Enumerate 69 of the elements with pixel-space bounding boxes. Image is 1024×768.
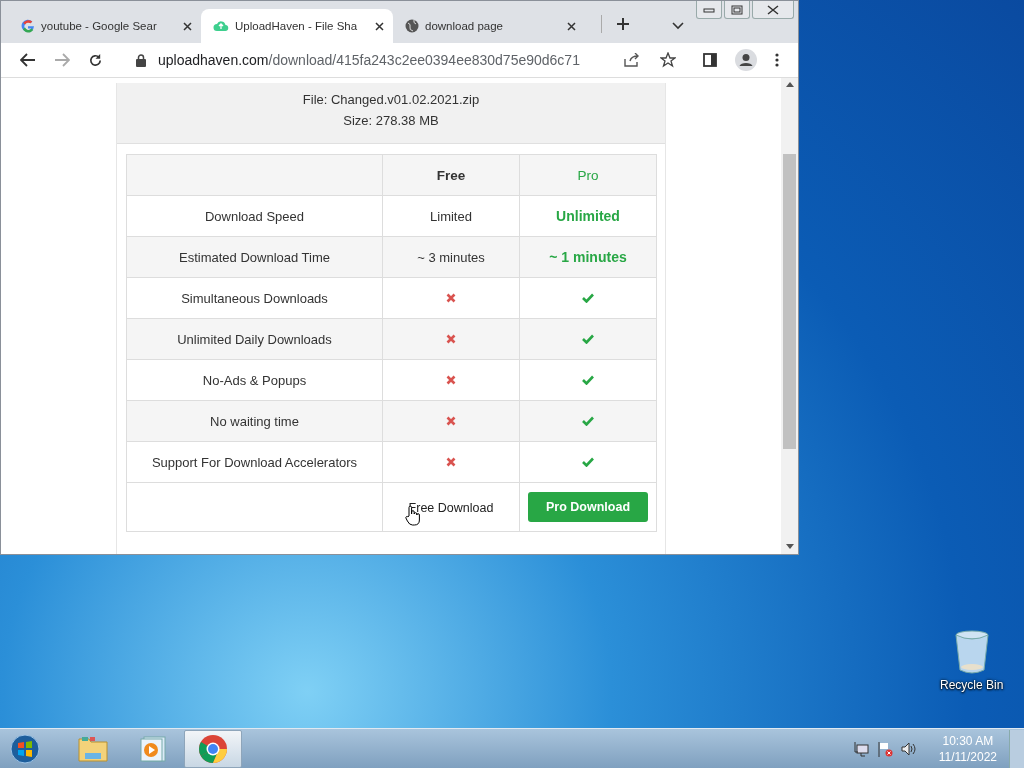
browser-tab[interactable]: UploadHaven - File Sha: [201, 9, 393, 43]
speaker-icon[interactable]: [900, 740, 917, 757]
folder-icon: [78, 735, 108, 762]
close-icon: [767, 4, 779, 15]
taskbar-button[interactable]: [184, 729, 242, 768]
table-cell: Support For Download Accelerators: [126, 441, 383, 483]
close-button[interactable]: [752, 1, 794, 19]
flag-icon[interactable]: [876, 740, 893, 757]
browser-tab[interactable]: download page: [393, 9, 585, 43]
cloud-icon: [213, 19, 229, 33]
table-cell: Estimated Download Time: [126, 236, 383, 278]
check-icon: [582, 415, 594, 426]
check-icon: [582, 374, 594, 385]
check-icon: [582, 456, 594, 467]
share-icon[interactable]: [624, 53, 640, 67]
side-panel-icon[interactable]: [703, 53, 717, 67]
chevron-down-icon[interactable]: [672, 22, 684, 30]
tab-title: download page: [425, 20, 504, 32]
clock-time: 10:30 AM: [941, 732, 995, 749]
table-cell: Limited: [382, 195, 520, 237]
cross-icon: [446, 333, 456, 344]
file-size: Size: 278.38 MB: [342, 112, 440, 130]
recycle-bin-icon: [953, 630, 990, 674]
scrollbar[interactable]: [781, 78, 798, 554]
back-icon[interactable]: [20, 53, 36, 67]
menu-icon[interactable]: [775, 53, 779, 67]
column-header: Pro: [519, 154, 657, 196]
minimize-icon: [703, 6, 715, 13]
network-icon[interactable]: [852, 740, 869, 757]
start-button[interactable]: [10, 733, 40, 764]
google-g-icon: [21, 19, 35, 33]
scroll-thumb[interactable]: [783, 154, 796, 449]
check-icon: [582, 292, 594, 303]
restore-button[interactable]: [724, 1, 750, 19]
browser-tab[interactable]: youtube - Google Sear: [9, 9, 201, 43]
star-icon[interactable]: [660, 52, 676, 68]
restore-icon: [731, 4, 743, 15]
chrome-icon: [198, 733, 228, 764]
table-cell: Simultaneous Downloads: [126, 277, 383, 319]
table-cell: No-Ads & Popups: [126, 359, 383, 401]
check-icon: [582, 333, 594, 344]
desktop-shortcut[interactable]: Recycle Bin: [940, 630, 1004, 692]
reload-icon[interactable]: [88, 52, 103, 68]
column-header: Free: [382, 154, 520, 196]
globe-icon: [405, 19, 419, 33]
down-arrow-icon[interactable]: [785, 544, 794, 550]
address-bar[interactable]: uploadhaven.com/download/415fa243c2ee0394ee830d75e90d6c71: [120, 46, 686, 74]
table-cell: No waiting time: [126, 400, 383, 442]
desktop-icon-label: Recycle Bin: [940, 678, 1004, 692]
cross-icon: [446, 374, 456, 385]
table-cell: Unlimited: [519, 195, 657, 237]
lock-icon: [136, 53, 146, 67]
cross-icon: [446, 292, 456, 303]
cross-icon: [446, 456, 456, 467]
media-player-icon: [139, 734, 167, 763]
cross-icon: [446, 415, 456, 426]
clock-date: 11/11/2022: [938, 748, 997, 765]
table-cell: ~ 1 minutes: [519, 236, 657, 278]
table-cell: Unlimited Daily Downloads: [126, 318, 383, 360]
table-cell: ~ 3 minutes: [382, 236, 520, 278]
minimize-button[interactable]: [696, 1, 722, 19]
up-arrow-icon[interactable]: [785, 82, 794, 88]
file-name: File: Changed.v01.02.2021.zip: [301, 91, 481, 109]
tab-title: UploadHaven - File Sha: [235, 20, 359, 32]
tab-title: youtube - Google Sear: [41, 20, 158, 32]
table-cell: Download Speed: [126, 195, 383, 237]
profile-icon[interactable]: [735, 49, 757, 71]
url-text: uploadhaven.com/download/415fa243c2ee0394ee830d75e90d6c71: [158, 52, 581, 68]
plus-icon[interactable]: [616, 17, 630, 31]
